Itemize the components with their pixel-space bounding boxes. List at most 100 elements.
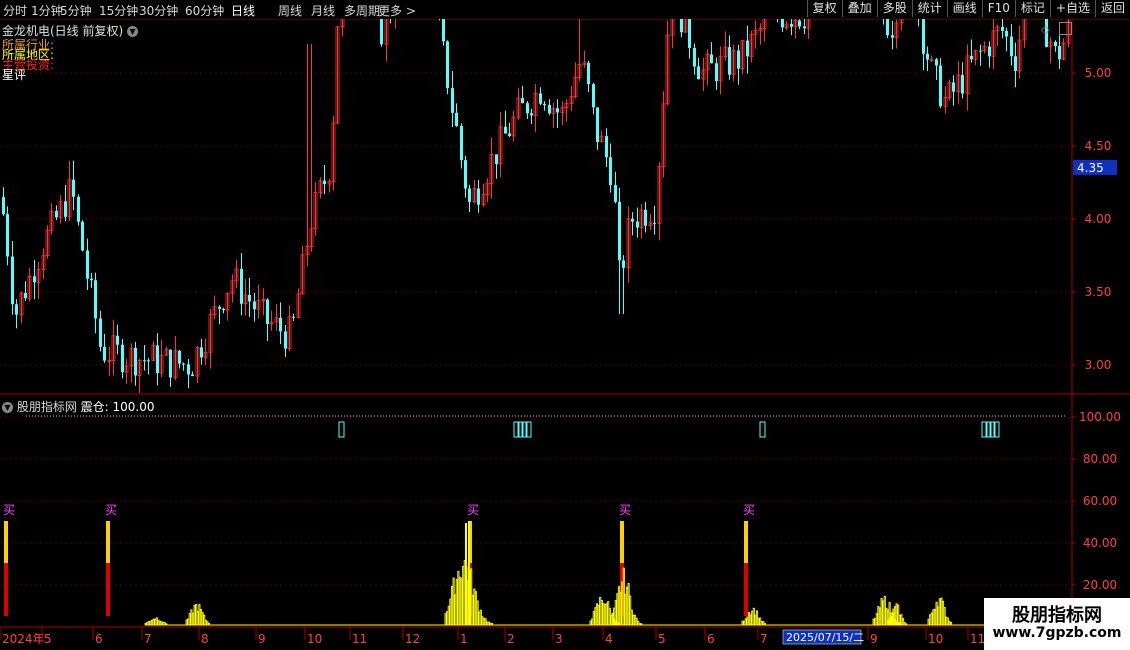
volume-bar <box>482 617 486 626</box>
candle-body <box>926 53 929 60</box>
volume-bar <box>901 618 905 626</box>
price-tick-label: 4.00 <box>1085 212 1112 226</box>
action-button-8[interactable]: 返回 <box>1094 0 1130 17</box>
buy-bar-top <box>744 521 748 563</box>
signal-box <box>759 421 766 438</box>
candle-body <box>922 19 925 54</box>
volume-bar <box>607 601 610 626</box>
action-button-3[interactable]: 统计 <box>911 0 947 17</box>
period-toolbar: 分时 1分钟 5分钟 15分钟 30分钟 60分钟 日线 周线 月线 多周期 更多 > 复权 叠加 多股… <box>0 0 1130 20</box>
candle-body <box>86 250 89 279</box>
period-tab-4[interactable]: 30分钟 <box>139 2 178 19</box>
action-button-0[interactable]: 复权 <box>806 0 842 17</box>
volume-bar <box>754 614 757 626</box>
candle-body <box>1014 56 1017 72</box>
x-axis-label: 10 <box>307 632 322 646</box>
candle-body <box>222 308 225 311</box>
candle-body <box>24 292 27 299</box>
volume-bar <box>941 600 945 626</box>
candle-body <box>191 374 194 377</box>
period-tab-1[interactable]: 1分钟 <box>31 2 63 19</box>
candle-body <box>526 103 529 114</box>
volume-bar <box>154 618 157 626</box>
candle-body <box>798 20 801 27</box>
volume-bar <box>760 621 763 626</box>
candle-body <box>169 349 172 378</box>
period-tab-0[interactable]: 分时 <box>3 2 27 19</box>
period-tab-7[interactable]: 周线 <box>278 2 302 19</box>
x-axis-label: 5 <box>44 632 52 646</box>
candle-body <box>737 50 740 69</box>
action-button-4[interactable]: 画线 <box>946 0 982 17</box>
period-tab-2[interactable]: 5分钟 <box>60 2 92 19</box>
candle-body <box>279 317 282 332</box>
candle-body <box>636 221 639 228</box>
volume-bar <box>755 610 759 626</box>
action-button-7[interactable]: +自选 <box>1049 0 1095 17</box>
price-tick-label: 3.50 <box>1085 285 1112 299</box>
volume-bar <box>637 620 640 626</box>
volume-bar <box>195 604 198 626</box>
volume-bar <box>150 619 154 626</box>
volume-bar <box>638 623 641 626</box>
x-axis-label: 9 <box>258 632 266 646</box>
period-tab-6[interactable]: 日线 <box>231 2 255 19</box>
candle-body <box>961 75 964 94</box>
chevron-down-icon[interactable]: ▼ <box>127 26 139 37</box>
volume-bar <box>751 610 754 626</box>
volume-bar <box>746 616 749 626</box>
volume-bar <box>743 620 746 626</box>
period-tab-3[interactable]: 15分钟 <box>99 2 138 19</box>
volume-bar <box>749 614 752 626</box>
action-button-1[interactable]: 叠加 <box>841 0 877 17</box>
volume-bar <box>741 620 744 626</box>
candle-body <box>121 344 124 373</box>
x-axis-label: 7 <box>760 632 768 646</box>
period-tab-10[interactable]: 更多 > <box>378 2 416 19</box>
action-button-2[interactable]: 多股 <box>876 0 912 17</box>
volume-bar <box>589 620 592 626</box>
volume-bar <box>165 623 168 626</box>
volume-bar <box>640 623 643 626</box>
volume-bar <box>597 604 600 626</box>
period-tab-9[interactable]: 多周期 <box>344 2 380 19</box>
candle-body <box>77 196 80 222</box>
volume-bar <box>476 600 479 626</box>
volume-bar <box>454 594 457 626</box>
action-button-6[interactable]: 标记 <box>1014 0 1050 17</box>
candle-body <box>451 88 454 113</box>
candle-body <box>6 214 9 257</box>
watermark-title: 股朋指标网 <box>1012 605 1102 626</box>
period-tab-5[interactable]: 60分钟 <box>185 2 224 19</box>
candlestick-chart[interactable]: 7.507.006.506.005.505.004.504.003.503.00… <box>0 19 1130 650</box>
action-button-5[interactable]: F10 <box>981 0 1015 17</box>
volume-bar <box>447 605 450 626</box>
panel-toggle-icon[interactable] <box>1059 22 1072 35</box>
volume-bar <box>897 604 900 626</box>
volume-bar <box>938 598 941 626</box>
x-axis-label: 4 <box>605 632 613 646</box>
volume-bar <box>937 606 940 626</box>
candle-body <box>715 63 718 82</box>
period-tab-8[interactable]: 月线 <box>311 2 335 19</box>
volume-bar <box>880 598 883 626</box>
volume-bar <box>614 600 617 626</box>
volume-bar <box>489 622 492 626</box>
indicator-value: 震仓: 100.00 <box>80 400 155 414</box>
chevron-down-icon[interactable]: ▼ <box>2 402 13 413</box>
volume-bar <box>468 521 470 625</box>
candle-body <box>746 40 749 57</box>
volume-bar <box>146 622 149 626</box>
volume-bar <box>163 622 166 626</box>
candle-body <box>248 294 251 302</box>
candle-body <box>891 35 894 38</box>
candle-body <box>988 46 991 57</box>
candle-body <box>72 179 75 197</box>
buy-bar-top <box>106 521 110 563</box>
volume-bar <box>201 612 204 626</box>
volume-bar <box>474 591 478 626</box>
diamond-icon[interactable]: ◇ <box>1041 23 1049 36</box>
candle-body <box>548 104 551 114</box>
candle-body <box>622 260 625 268</box>
candle-body <box>103 346 106 361</box>
